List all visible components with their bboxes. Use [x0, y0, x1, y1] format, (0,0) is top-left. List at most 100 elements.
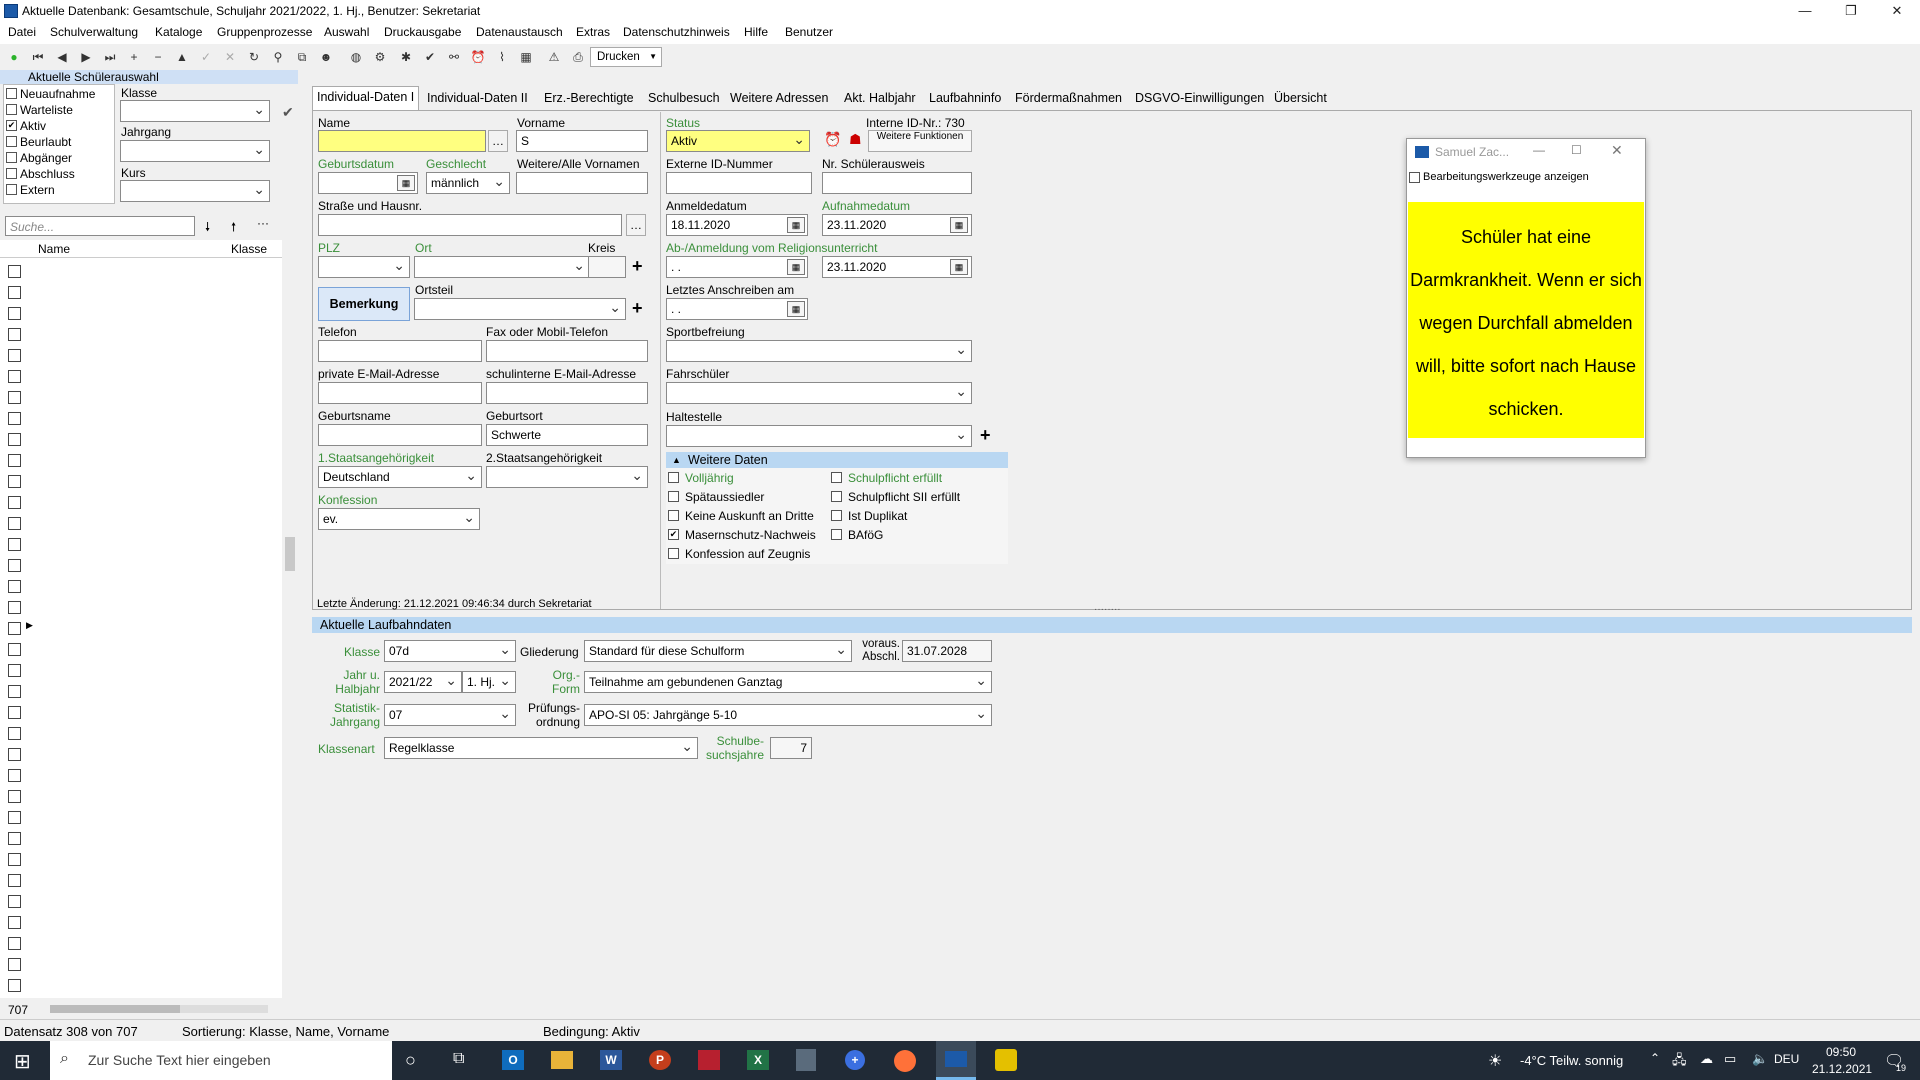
language-indicator[interactable]: DEU — [1774, 1052, 1799, 1066]
calendar-icon[interactable]: ▦ — [787, 217, 805, 233]
menu-datenschutzhinweis[interactable]: Datenschutzhinweis — [623, 25, 730, 39]
list-row-checkbox[interactable] — [8, 937, 21, 950]
tray-chevron-icon[interactable]: ⌃ — [1650, 1051, 1660, 1065]
plz-select[interactable] — [318, 256, 410, 278]
minimize-button[interactable]: — — [1782, 0, 1828, 22]
weitere-daten-header[interactable]: ▲ Weitere Daten — [666, 452, 1008, 468]
col-name[interactable]: Name — [38, 242, 70, 256]
list-row-checkbox[interactable] — [8, 727, 21, 740]
ortsteil-select[interactable] — [414, 298, 626, 320]
kreis-input[interactable] — [588, 256, 626, 278]
calendar-icon[interactable]: ▦ — [397, 175, 415, 191]
list-row-checkbox[interactable] — [8, 622, 21, 635]
vorname-input[interactable]: S — [516, 130, 648, 152]
geburtsort-input[interactable]: Schwerte — [486, 424, 648, 446]
explorer-icon[interactable] — [551, 1051, 573, 1069]
lb-abschl-input[interactable]: 31.07.2028 — [902, 640, 992, 662]
menu-druckausgabe[interactable]: Druckausgabe — [384, 25, 461, 39]
calendar-icon[interactable]: ▦ — [787, 259, 805, 275]
clock-time[interactable]: 09:50 — [1826, 1045, 1856, 1059]
firefox-icon[interactable] — [894, 1050, 916, 1072]
list-row-checkbox[interactable] — [8, 706, 21, 719]
schild-taskbar-button[interactable] — [936, 1041, 976, 1080]
add-ortsteil-icon[interactable]: + — [632, 298, 643, 319]
lb-halbjahr-select[interactable]: 1. Hj. — [462, 671, 516, 693]
externe-id-input[interactable] — [666, 172, 812, 194]
more-icon[interactable]: ··· — [257, 216, 269, 230]
add-record-icon[interactable]: + — [124, 47, 144, 67]
tab-8[interactable]: DSGVO-Einwilligungen — [1131, 88, 1268, 108]
list-row-checkbox[interactable] — [8, 664, 21, 677]
alarm-icon[interactable]: ⏰ — [468, 47, 488, 67]
list-row-checkbox[interactable] — [8, 307, 21, 320]
cloud-icon[interactable]: ☁ — [1700, 1051, 1713, 1067]
menu-datei[interactable]: Datei — [8, 25, 36, 39]
name-lookup-button[interactable]: … — [488, 130, 508, 152]
apply-filter-icon[interactable]: ✔ — [282, 104, 294, 121]
menu-extras[interactable]: Extras — [576, 25, 610, 39]
list-row-checkbox[interactable] — [8, 391, 21, 404]
gear-icon[interactable]: ⚙ — [370, 47, 390, 67]
tab-5[interactable]: Akt. Halbjahr — [840, 88, 920, 108]
restore-button[interactable]: ❐ — [1828, 0, 1874, 22]
lb-klassenart-select[interactable]: Regelklasse — [384, 737, 698, 759]
weather-icon[interactable]: ☀ — [1488, 1051, 1502, 1071]
list-row-checkbox[interactable] — [8, 811, 21, 824]
globe-icon[interactable]: ◍ — [346, 47, 366, 67]
cancel-icon[interactable]: ✕ — [220, 47, 240, 67]
cortana-icon[interactable]: ○ — [405, 1050, 416, 1071]
list-row-checkbox[interactable] — [8, 286, 21, 299]
up-icon[interactable]: ▲ — [172, 47, 192, 67]
alarm-clock-icon[interactable]: ⏰ — [824, 131, 841, 148]
add-haltestelle-icon[interactable]: + — [980, 425, 991, 446]
outlook-icon[interactable]: O — [502, 1050, 524, 1070]
filter-2-checkbox[interactable]: ✔ — [6, 120, 17, 131]
popup-minimize-button[interactable]: — — [1533, 143, 1545, 157]
popup-tools-checkbox[interactable] — [1409, 172, 1420, 183]
list-row-checkbox[interactable] — [8, 916, 21, 929]
wd-right-2-checkbox[interactable] — [831, 510, 842, 521]
filter-1-checkbox[interactable] — [6, 104, 17, 115]
konfession-select[interactable]: ev. — [318, 508, 480, 530]
weitere-vornamen-input[interactable] — [516, 172, 648, 194]
warning-icon[interactable]: ⚠ — [544, 47, 564, 67]
confirm-icon[interactable]: ✓ — [196, 47, 216, 67]
fax-input[interactable] — [486, 340, 648, 362]
list-row-checkbox[interactable] — [8, 265, 21, 278]
menu-gruppenprozesse[interactable]: Gruppenprozesse — [217, 25, 312, 39]
wd-left-1-checkbox[interactable] — [668, 491, 679, 502]
col-klasse[interactable]: Klasse — [231, 242, 267, 256]
powerpoint-icon[interactable]: P — [649, 1050, 671, 1070]
telefon-input[interactable] — [318, 340, 482, 362]
strasse-input[interactable] — [318, 214, 622, 236]
geburtsname-input[interactable] — [318, 424, 482, 446]
binoculars-icon[interactable]: ⚯ — [444, 47, 464, 67]
lb-schulbesuch-input[interactable]: 7 — [770, 737, 812, 759]
collapse-icon[interactable]: ▲ — [672, 452, 681, 468]
filter-5-checkbox[interactable] — [6, 168, 17, 179]
lb-jahr-select[interactable]: 2021/22 — [384, 671, 462, 693]
lb-klasse-select[interactable]: 07d — [384, 640, 516, 662]
student-search-input[interactable]: Suche... — [5, 216, 195, 236]
wd-right-0-checkbox[interactable] — [831, 472, 842, 483]
taskbar-search[interactable]: ⌕ Zur Suche Text hier eingeben — [50, 1041, 392, 1080]
excel-icon[interactable]: X — [747, 1050, 769, 1070]
calendar-icon[interactable]: ▦ — [950, 259, 968, 275]
wd-left-3-checkbox[interactable]: ✔ — [668, 529, 679, 540]
person-icon[interactable]: ☻ — [316, 47, 336, 67]
list-row-checkbox[interactable] — [8, 412, 21, 425]
filter-icon[interactable]: ✱ — [396, 47, 416, 67]
wd-right-3-checkbox[interactable] — [831, 529, 842, 540]
camera-app-icon[interactable] — [698, 1050, 720, 1070]
list-row-checkbox[interactable] — [8, 538, 21, 551]
splitter-handle[interactable]: ········ — [1094, 604, 1121, 615]
list-row-checkbox[interactable] — [8, 643, 21, 656]
list-row-checkbox[interactable] — [8, 853, 21, 866]
calendar-icon[interactable]: ▦ — [950, 217, 968, 233]
list-scrollbar[interactable] — [284, 213, 296, 1000]
popup-close-button[interactable]: ✕ — [1611, 142, 1623, 159]
helper-app-icon[interactable] — [995, 1049, 1017, 1071]
kurs-filter-select[interactable] — [120, 180, 270, 202]
first-record-icon[interactable]: ⏮ — [28, 47, 48, 67]
list-row-checkbox[interactable] — [8, 874, 21, 887]
